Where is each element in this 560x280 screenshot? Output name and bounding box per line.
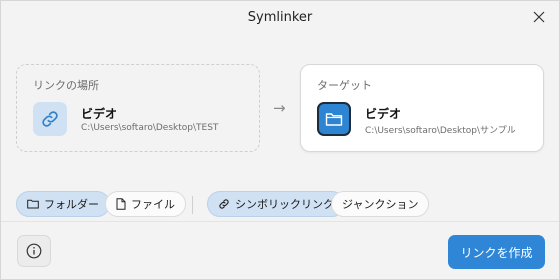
folder-type-label: フォルダー (44, 198, 99, 211)
target-name: ビデオ (365, 107, 402, 121)
symlinker-window: Symlinker リンクの場所 ビデオ C:\Users\softaro\De… (0, 0, 560, 280)
junction-label: ジャンクション (342, 198, 419, 211)
folder-icon (27, 199, 39, 209)
window-title: Symlinker (247, 9, 313, 25)
main-content: リンクの場所 ビデオ C:\Users\softaro\Desktop\TEST… (1, 33, 559, 221)
file-type-chip[interactable]: ファイル (105, 191, 186, 217)
file-icon (116, 198, 126, 210)
options-toolbar: フォルダー ファイル シンボリックリンク ジャンクション (1, 187, 559, 221)
target-path: C:\Users\softaro\Desktop\サンプル (365, 126, 516, 136)
toolbar-separator (192, 196, 193, 214)
target-icon-tile (317, 102, 351, 136)
link-icon (219, 199, 229, 209)
symbolic-link-label: シンボリックリンク (235, 198, 334, 211)
symbolic-link-chip[interactable]: シンボリックリンク (207, 191, 345, 217)
title-bar: Symlinker (1, 1, 559, 33)
junction-chip[interactable]: ジャンクション (331, 191, 430, 217)
close-icon (533, 11, 545, 23)
source-icon-tile (33, 102, 67, 136)
source-label: リンクの場所 (33, 79, 99, 92)
info-icon (26, 243, 42, 259)
target-label: ターゲット (317, 79, 372, 92)
source-name: ビデオ (81, 107, 118, 121)
source-path: C:\Users\softaro\Desktop\TEST (81, 123, 219, 133)
arrow-icon: → (273, 99, 286, 117)
file-type-label: ファイル (131, 198, 175, 211)
target-card[interactable]: ターゲット ビデオ C:\Users\softaro\Desktop\サンプル (300, 64, 544, 152)
source-card[interactable]: リンクの場所 ビデオ C:\Users\softaro\Desktop\TEST (16, 64, 260, 152)
folder-icon (325, 113, 343, 126)
link-icon (42, 111, 58, 127)
close-button[interactable] (529, 7, 549, 27)
footer-bar: リンクを作成 (1, 221, 559, 279)
folder-type-chip[interactable]: フォルダー (16, 191, 110, 217)
info-button[interactable] (17, 235, 51, 267)
create-link-button[interactable]: リンクを作成 (448, 235, 545, 269)
